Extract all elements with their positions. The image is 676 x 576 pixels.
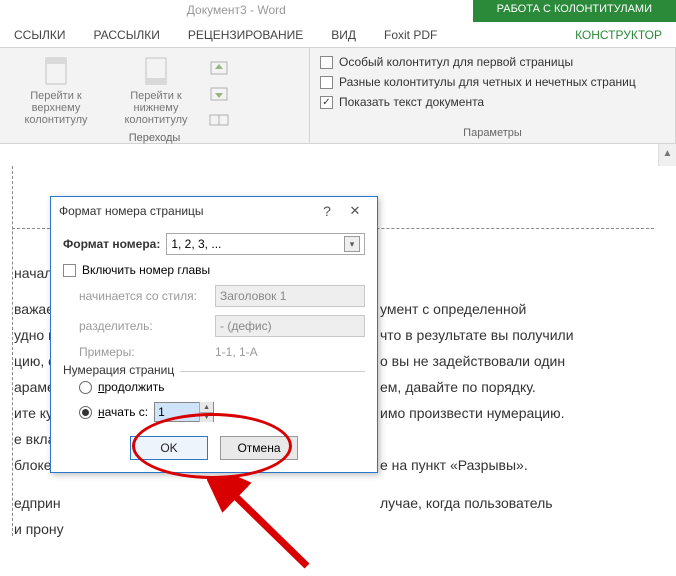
checkbox-icon bbox=[63, 264, 76, 277]
goto-header-button[interactable]: Перейти к верхнему колонтитулу bbox=[8, 52, 104, 132]
radio-off-icon bbox=[79, 381, 92, 394]
tab-foxit[interactable]: Foxit PDF bbox=[370, 23, 451, 47]
checkbox-checked-icon: ✓ bbox=[320, 96, 333, 109]
number-format-select[interactable]: 1, 2, 3, ... ▾ bbox=[166, 233, 365, 255]
group-params-label: Параметры bbox=[318, 127, 667, 141]
ribbon-tabs: ССЫЛКИ РАССЫЛКИ РЕЦЕНЗИРОВАНИЕ ВИД Foxit… bbox=[0, 22, 676, 48]
spin-up-icon[interactable]: ▲ bbox=[199, 402, 213, 412]
radio-continue[interactable]: продолжить bbox=[63, 376, 365, 398]
checkbox-icon bbox=[320, 56, 333, 69]
footer-icon bbox=[110, 54, 202, 88]
prev-section-button[interactable] bbox=[204, 56, 234, 80]
ribbon: Перейти к верхнему колонтитулу Перейти к… bbox=[0, 48, 676, 144]
examples-label: Примеры: bbox=[79, 345, 209, 359]
window-title: Документ3 - Word bbox=[0, 0, 473, 22]
group-transitions-label: Переходы bbox=[8, 132, 301, 146]
link-previous-button[interactable] bbox=[204, 108, 234, 132]
radio-start-from[interactable]: начать с: ▲ ▼ bbox=[63, 398, 365, 426]
opt-first-page[interactable]: Особый колонтитул для первой страницы bbox=[318, 52, 667, 72]
include-chapter-checkbox[interactable]: Включить номер главы bbox=[63, 259, 365, 281]
chapter-style-select: Заголовок 1 bbox=[215, 285, 365, 307]
goto-footer-button[interactable]: Перейти к нижнему колонтитулу bbox=[108, 52, 204, 132]
opt-odd-even[interactable]: Разные колонтитулы для четных и нечетных… bbox=[318, 72, 667, 92]
numbering-legend: Нумерация страниц bbox=[63, 363, 180, 377]
page-number-format-dialog: Формат номера страницы ? ✕ Формат номера… bbox=[50, 196, 378, 473]
examples-value: 1-1, 1-A bbox=[215, 345, 258, 359]
tab-links[interactable]: ССЫЛКИ bbox=[0, 23, 79, 47]
radio-on-icon bbox=[79, 406, 92, 419]
start-from-input[interactable] bbox=[155, 403, 199, 421]
separator-label: разделитель: bbox=[79, 319, 209, 333]
separator-select: - (дефис) bbox=[215, 315, 365, 337]
cancel-button[interactable]: Отмена bbox=[220, 436, 298, 460]
starts-with-style-label: начинается со стиля: bbox=[79, 289, 209, 303]
contextual-tab-header: РАБОТА С КОЛОНТИТУЛАМИ bbox=[473, 0, 676, 22]
next-section-button[interactable] bbox=[204, 82, 234, 106]
header-icon bbox=[10, 54, 102, 88]
scroll-up-icon[interactable]: ▲ bbox=[659, 144, 676, 162]
tab-review[interactable]: РЕЦЕНЗИРОВАНИЕ bbox=[174, 23, 317, 47]
opt-show-doc[interactable]: ✓ Показать текст документа bbox=[318, 92, 667, 112]
ok-button[interactable]: OK bbox=[130, 436, 208, 460]
tab-mail[interactable]: РАССЫЛКИ bbox=[79, 23, 173, 47]
chevron-down-icon: ▾ bbox=[344, 236, 360, 252]
start-from-spinner[interactable]: ▲ ▼ bbox=[154, 402, 214, 422]
checkbox-icon bbox=[320, 76, 333, 89]
dialog-help-button[interactable]: ? bbox=[313, 203, 341, 219]
spin-down-icon[interactable]: ▼ bbox=[199, 412, 213, 422]
dialog-close-button[interactable]: ✕ bbox=[341, 203, 369, 219]
tab-design[interactable]: КОНСТРУКТОР bbox=[561, 23, 676, 47]
number-format-label: Формат номера: bbox=[63, 237, 160, 251]
dialog-title: Формат номера страницы bbox=[59, 204, 313, 218]
tab-view[interactable]: ВИД bbox=[317, 23, 370, 47]
